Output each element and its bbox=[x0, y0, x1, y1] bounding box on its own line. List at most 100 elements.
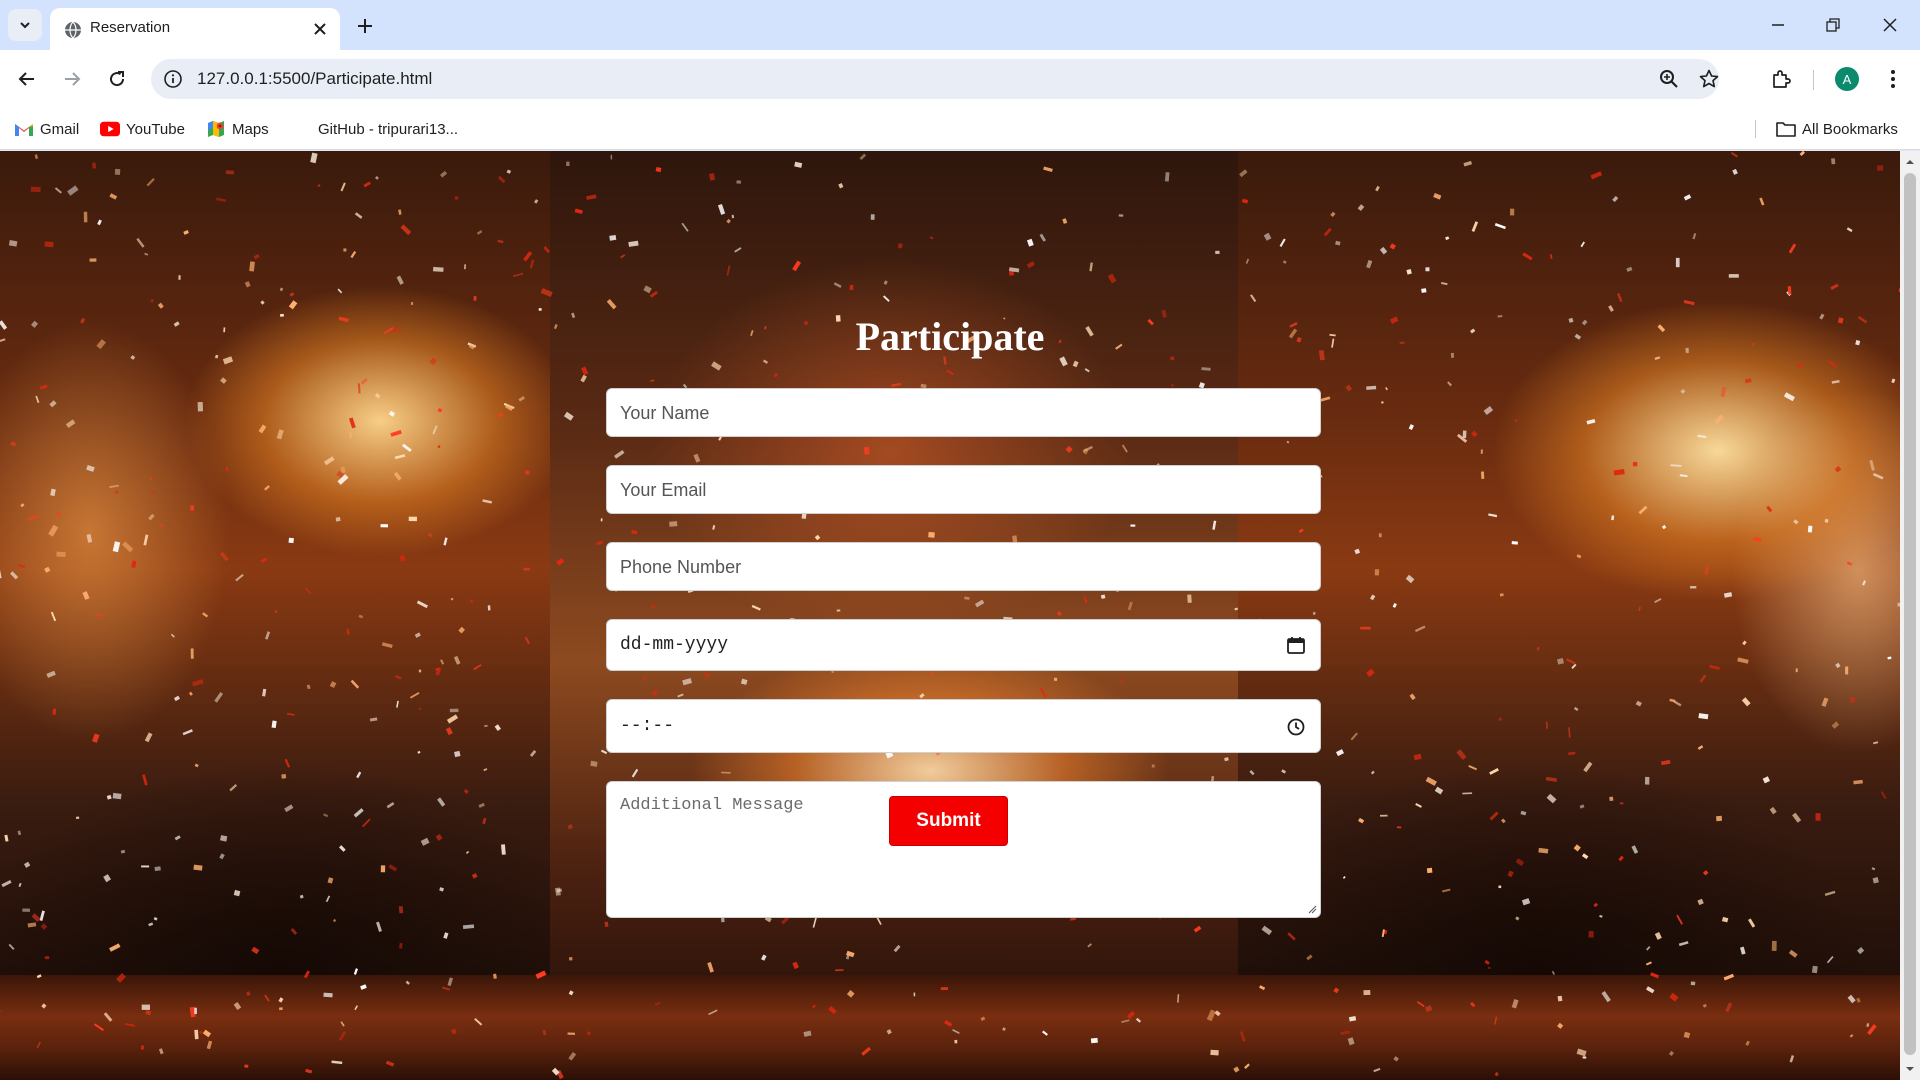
confetti-piece bbox=[1026, 261, 1035, 269]
confetti-piece bbox=[350, 679, 360, 689]
resize-handle-icon[interactable] bbox=[1307, 904, 1317, 914]
zoom-icon bbox=[1660, 70, 1678, 88]
confetti-piece bbox=[1740, 946, 1746, 955]
confetti-piece bbox=[1130, 524, 1136, 527]
confetti-piece bbox=[1692, 232, 1697, 240]
confetti-piece bbox=[1483, 406, 1494, 416]
back-button[interactable] bbox=[10, 62, 44, 96]
confetti-piece bbox=[463, 788, 469, 795]
tab-search-button[interactable] bbox=[8, 9, 42, 41]
confetti-piece bbox=[338, 1030, 347, 1041]
puzzle-icon bbox=[1773, 70, 1791, 88]
name-input[interactable]: Your Name bbox=[606, 388, 1321, 437]
confetti-piece bbox=[148, 922, 154, 927]
confetti-piece bbox=[610, 154, 613, 160]
confetti-piece bbox=[124, 1022, 135, 1027]
confetti-piece bbox=[1405, 574, 1415, 584]
confetti-piece bbox=[828, 1006, 837, 1015]
address-bar[interactable]: 127.0.0.1:5500/Participate.html bbox=[151, 59, 1719, 99]
bookmark-github[interactable]: GitHub - tripurari13... bbox=[318, 116, 458, 142]
confetti-piece bbox=[1545, 776, 1558, 782]
avatar: A bbox=[1835, 67, 1859, 91]
clock-icon[interactable] bbox=[1286, 717, 1306, 737]
confetti-piece bbox=[183, 230, 189, 235]
bookmark-gmail[interactable]: Gmail bbox=[14, 116, 79, 142]
confetti-piece bbox=[1358, 817, 1365, 824]
confetti-piece bbox=[146, 177, 155, 187]
confetti-piece bbox=[447, 977, 454, 987]
confetti-piece bbox=[482, 817, 487, 825]
zoom-button[interactable] bbox=[1657, 67, 1681, 91]
time-input[interactable]: --:-- bbox=[606, 699, 1321, 753]
confetti-piece bbox=[1690, 586, 1697, 589]
confetti-piece bbox=[1340, 1030, 1351, 1036]
page-scrollbar[interactable] bbox=[1900, 151, 1920, 1080]
confetti-piece bbox=[420, 837, 430, 846]
confetti-piece bbox=[264, 994, 270, 1002]
restore-button[interactable] bbox=[1815, 10, 1851, 40]
confetti-piece bbox=[590, 760, 598, 767]
confetti-piece bbox=[249, 261, 255, 272]
confetti-piece bbox=[220, 551, 229, 562]
confetti-piece bbox=[1441, 282, 1448, 286]
scroll-up-icon[interactable] bbox=[1905, 157, 1915, 167]
info-icon[interactable] bbox=[163, 69, 183, 89]
confetti-piece bbox=[154, 866, 161, 872]
confetti-piece bbox=[46, 670, 56, 678]
minimize-button[interactable] bbox=[1760, 10, 1796, 40]
email-input[interactable]: Your Email bbox=[606, 465, 1321, 514]
calendar-icon[interactable] bbox=[1286, 635, 1306, 655]
phone-input[interactable]: Phone Number bbox=[606, 542, 1321, 591]
reload-button[interactable] bbox=[100, 62, 134, 96]
confetti-piece bbox=[141, 1004, 150, 1010]
confetti-piece bbox=[1654, 597, 1662, 604]
confetti-piece bbox=[1608, 305, 1614, 312]
forward-button[interactable] bbox=[55, 62, 89, 96]
confetti-piece bbox=[465, 850, 470, 855]
confetti-piece bbox=[417, 750, 421, 754]
confetti-piece bbox=[859, 153, 867, 161]
confetti-piece bbox=[543, 245, 551, 254]
close-tab-button[interactable] bbox=[310, 19, 330, 39]
close-window-button[interactable] bbox=[1872, 10, 1908, 40]
bookmark-star-button[interactable] bbox=[1697, 67, 1721, 91]
confetti-piece bbox=[1631, 845, 1639, 854]
confetti-piece bbox=[1721, 916, 1729, 923]
confetti-piece bbox=[153, 916, 158, 921]
browser-tab[interactable]: Reservation bbox=[50, 8, 340, 50]
confetti-piece bbox=[1824, 890, 1836, 897]
bookmark-maps[interactable]: Maps bbox=[206, 116, 269, 142]
menu-button[interactable] bbox=[1876, 62, 1910, 96]
profile-button[interactable]: A bbox=[1830, 62, 1864, 96]
confetti-piece bbox=[445, 727, 453, 736]
scroll-thumb[interactable] bbox=[1904, 173, 1916, 1055]
date-input[interactable]: dd-mm-yyyy bbox=[606, 619, 1321, 671]
new-tab-button[interactable] bbox=[352, 13, 378, 39]
scroll-down-icon[interactable] bbox=[1905, 1064, 1915, 1074]
confetti-piece bbox=[396, 700, 399, 708]
confetti-piece bbox=[1282, 260, 1287, 264]
all-bookmarks-button[interactable]: All Bookmarks bbox=[1776, 116, 1898, 142]
extensions-button[interactable] bbox=[1764, 62, 1798, 96]
date-placeholder: dd-mm-yyyy bbox=[620, 635, 729, 655]
confetti-piece bbox=[812, 916, 817, 928]
confetti-piece bbox=[1568, 751, 1576, 756]
confetti-piece bbox=[1581, 853, 1589, 860]
confetti-piece bbox=[1742, 640, 1747, 646]
bookmark-youtube[interactable]: YouTube bbox=[100, 116, 185, 142]
restore-icon bbox=[1826, 18, 1840, 32]
confetti-piece bbox=[1609, 796, 1614, 802]
confetti-piece bbox=[394, 675, 402, 680]
confetti-piece bbox=[50, 488, 56, 497]
confetti-piece bbox=[1107, 273, 1117, 284]
confetti-piece bbox=[736, 180, 742, 184]
page-title: Participate bbox=[855, 314, 1045, 359]
url-text[interactable]: 127.0.0.1:5500/Participate.html bbox=[197, 69, 432, 89]
confetti-piece bbox=[305, 1068, 313, 1074]
confetti-piece bbox=[44, 566, 51, 573]
confetti-piece bbox=[1366, 385, 1377, 390]
confetti-piece bbox=[1685, 347, 1689, 354]
submit-button[interactable]: Submit bbox=[889, 796, 1008, 846]
all-bookmarks-label: All Bookmarks bbox=[1802, 120, 1898, 138]
confetti-piece bbox=[1348, 1015, 1357, 1022]
